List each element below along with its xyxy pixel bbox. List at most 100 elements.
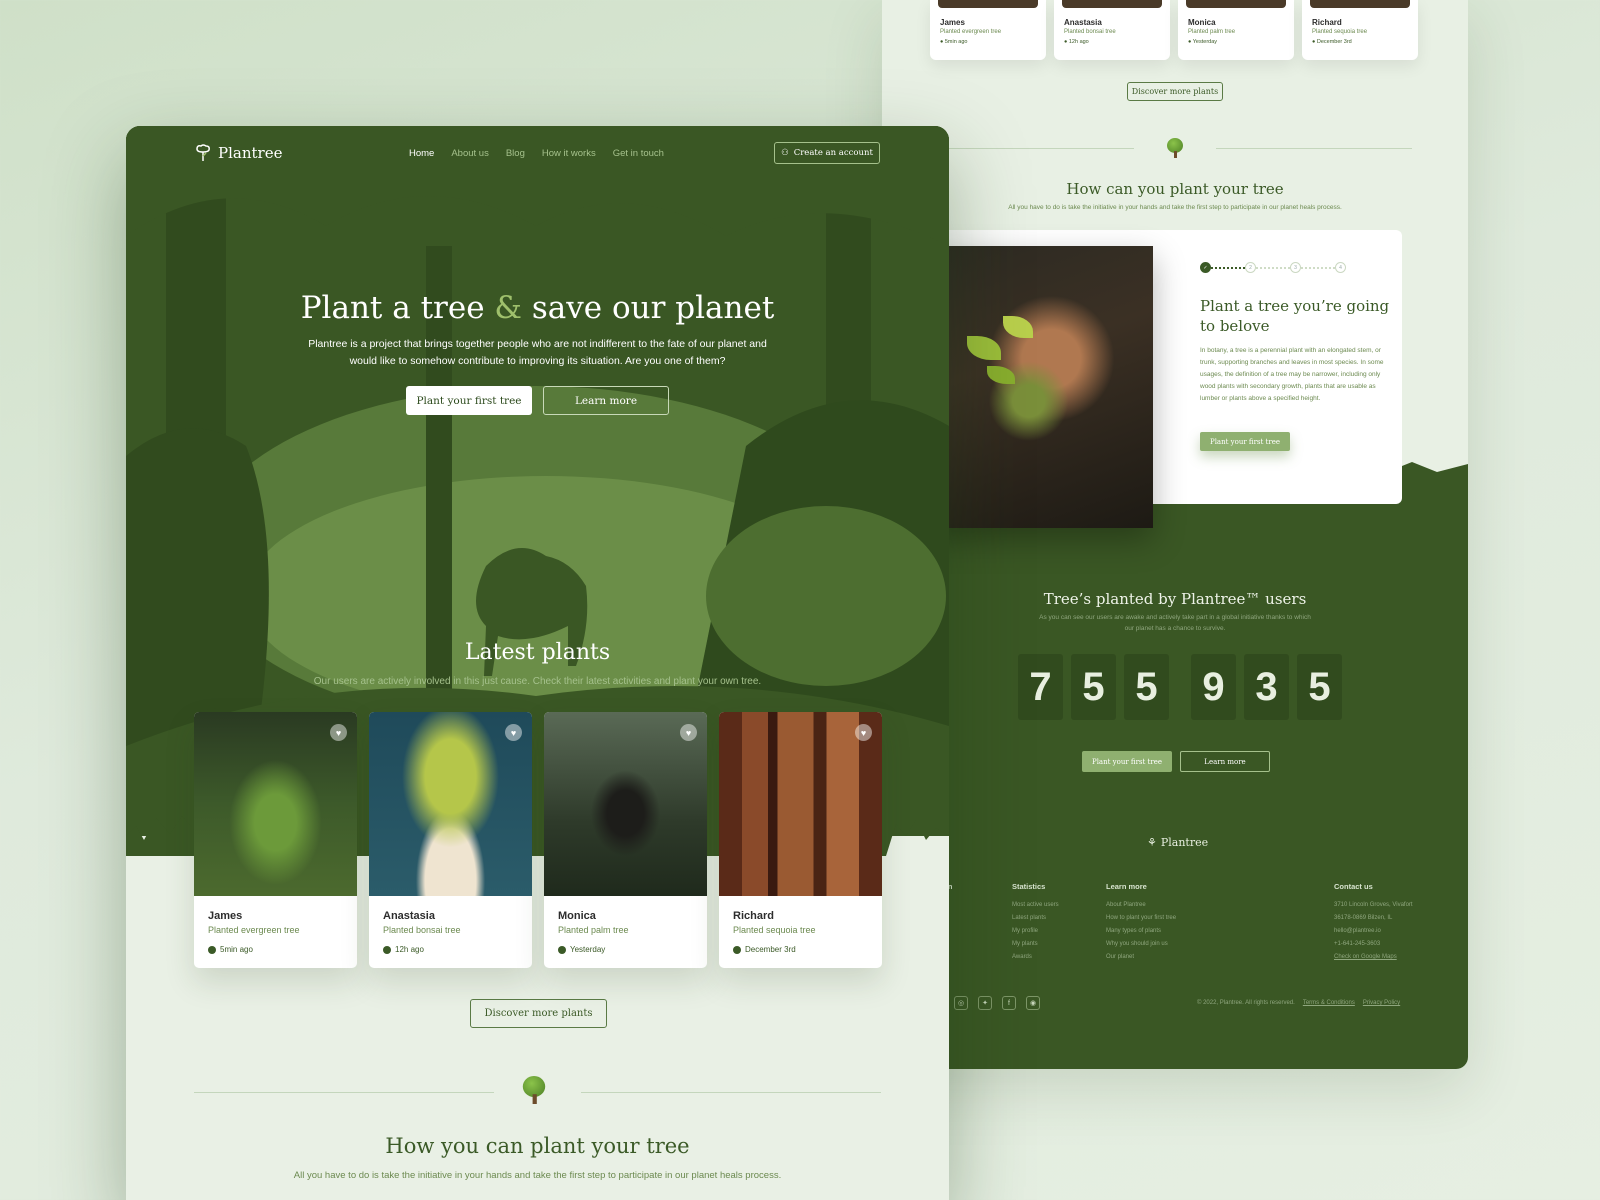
- plant-card[interactable]: James Planted evergreen tree ● 5min ago: [930, 0, 1046, 60]
- step-3[interactable]: 3: [1290, 262, 1301, 273]
- card-desc: Planted evergreen tree: [208, 925, 300, 935]
- how-section-title: How can you plant your tree: [1066, 180, 1284, 198]
- top-nav: Plantree Home About us Blog How it works…: [126, 126, 949, 186]
- discover-more-button[interactable]: Discover more plants: [1127, 82, 1223, 101]
- card-time-text: December 3rd: [1316, 39, 1352, 45]
- card-desc: Planted sequoia tree: [1312, 29, 1368, 35]
- footer-link[interactable]: Awards: [1012, 951, 1059, 964]
- stats-subtitle: As you can see our users are awake and a…: [1039, 614, 1311, 632]
- footer-logo[interactable]: ⚘ Plantree: [1147, 836, 1208, 849]
- plant-card[interactable]: Monica Planted palm tree ● Yesterday: [1178, 0, 1294, 60]
- footer-col-title: Learn more: [1106, 882, 1147, 891]
- card-image: ♥: [369, 712, 532, 896]
- terms-link[interactable]: Terms & Conditions: [1303, 1000, 1355, 1006]
- footer-col-title: Statistics: [1012, 882, 1046, 891]
- step-plant-button[interactable]: Plant your first tree: [1200, 432, 1290, 451]
- card-desc: Planted palm tree: [558, 925, 629, 935]
- nav-links: Home About us Blog How it works Get in t…: [409, 148, 664, 159]
- card-time: ● December 3rd: [1312, 39, 1352, 45]
- right-page-mockup: James Planted evergreen tree ● 5min ago …: [882, 0, 1468, 1069]
- card-time: ● 5min ago: [940, 39, 968, 45]
- divider: [194, 1092, 494, 1093]
- stats-learn-button[interactable]: Learn more: [1180, 751, 1270, 772]
- footer-email[interactable]: hello@plantree.io: [1334, 925, 1413, 938]
- logo-icon: [194, 144, 212, 162]
- social-links: ◎ ✦ f ◉: [954, 996, 1040, 1010]
- stats-section: [882, 480, 1468, 1069]
- footer-link[interactable]: My plants: [1012, 938, 1059, 951]
- card-name: James: [940, 18, 965, 27]
- latest-subtitle: Our users are actively involved in this …: [313, 676, 762, 687]
- twitter-icon[interactable]: ✦: [978, 996, 992, 1010]
- planting-photo: [927, 246, 1153, 528]
- counter-digit: 5: [1297, 654, 1342, 720]
- footer-link[interactable]: About Plantree: [1106, 899, 1176, 912]
- card-time-text: December 3rd: [745, 945, 796, 954]
- hero-text: Plantree is a project that brings togeth…: [308, 338, 767, 367]
- latest-cards: ♥ James Planted evergreen tree 5min ago …: [194, 712, 882, 968]
- card-time: ● Yesterday: [1188, 39, 1218, 45]
- plant-card[interactable]: ♥ James Planted evergreen tree 5min ago: [194, 712, 357, 968]
- plant-card[interactable]: Anastasia Planted bonsai tree ● 12h ago: [1054, 0, 1170, 60]
- nav-home[interactable]: Home: [409, 148, 434, 159]
- footer-link[interactable]: Our planet: [1106, 951, 1176, 964]
- logo[interactable]: Plantree: [194, 144, 282, 162]
- card-image: ♥: [544, 712, 707, 896]
- google-maps-link[interactable]: Check on Google Maps: [1334, 951, 1413, 964]
- step-check-icon[interactable]: ✓: [1200, 262, 1211, 273]
- footer-link[interactable]: Most active users: [1012, 899, 1059, 912]
- plant-card[interactable]: ♥ Richard Planted sequoia tree December …: [719, 712, 882, 968]
- card-time: Yesterday: [558, 945, 693, 954]
- plant-card[interactable]: ♥ Monica Planted palm tree Yesterday: [544, 712, 707, 968]
- heart-icon[interactable]: ♥: [855, 724, 872, 741]
- create-account-button[interactable]: ⚇ Create an account: [774, 142, 880, 164]
- card-name: Monica: [558, 910, 596, 922]
- hero-plant-button[interactable]: Plant your first tree: [406, 386, 532, 415]
- card-time: 5min ago: [208, 945, 343, 954]
- clock-icon: [733, 945, 741, 954]
- card-name: Richard: [1312, 18, 1342, 27]
- card-desc: Planted sequoia tree: [733, 925, 816, 935]
- step-2[interactable]: 2: [1245, 262, 1256, 273]
- footer-col-learn: Learn more About Plantree How to plant y…: [1106, 880, 1176, 964]
- privacy-link[interactable]: Privacy Policy: [1363, 1000, 1400, 1006]
- footer-phone[interactable]: +1-641-245-3603: [1334, 938, 1413, 951]
- heart-icon[interactable]: ♥: [505, 724, 522, 741]
- card-desc: Planted bonsai tree: [383, 925, 461, 935]
- card-desc: Planted palm tree: [1188, 29, 1236, 35]
- divider: [938, 148, 1134, 149]
- nav-blog[interactable]: Blog: [506, 148, 525, 159]
- hero-learn-button[interactable]: Learn more: [543, 386, 669, 415]
- footer-link[interactable]: How to plant your first tree: [1106, 912, 1176, 925]
- plant-card[interactable]: ♥ Anastasia Planted bonsai tree 12h ago: [369, 712, 532, 968]
- heart-icon[interactable]: ♥: [680, 724, 697, 741]
- footer-address: 3710 Lincoln Groves, Vivafort: [1334, 902, 1413, 908]
- left-page-mockup: Plantree Home About us Blog How it works…: [126, 126, 949, 1200]
- footer-col-contact: Contact us 3710 Lincoln Groves, Vivafort…: [1334, 880, 1413, 964]
- heart-icon[interactable]: ♥: [330, 724, 347, 741]
- instagram-icon[interactable]: ◎: [954, 996, 968, 1010]
- clock-icon: [208, 945, 216, 954]
- stats-plant-button[interactable]: Plant your first tree: [1082, 751, 1172, 772]
- footer-link[interactable]: Why you should join us: [1106, 938, 1176, 951]
- nav-how-it-works[interactable]: How it works: [542, 148, 596, 159]
- card-time-text: Yesterday: [1192, 39, 1218, 45]
- divider: [1216, 148, 1412, 149]
- nav-get-in-touch[interactable]: Get in touch: [613, 148, 664, 159]
- user-icon: ⚇: [781, 148, 789, 158]
- footer-col-statistics: Statistics Most active users Latest plan…: [1012, 880, 1059, 964]
- copyright: © 2022, Plantree. All rights reserved.: [1197, 1000, 1295, 1006]
- step-4[interactable]: 4: [1335, 262, 1346, 273]
- messenger-icon[interactable]: ◉: [1026, 996, 1040, 1010]
- footer-link[interactable]: Many types of plants: [1106, 925, 1176, 938]
- footer-link[interactable]: Latest plants: [1012, 912, 1059, 925]
- nav-about[interactable]: About us: [451, 148, 489, 159]
- plant-card[interactable]: Richard Planted sequoia tree ● December …: [1302, 0, 1418, 60]
- facebook-icon[interactable]: f: [1002, 996, 1016, 1010]
- card-name: Monica: [1188, 18, 1216, 27]
- footer-link[interactable]: My profile: [1012, 925, 1059, 938]
- footer-brand: Plantree: [1160, 836, 1209, 849]
- discover-more-button[interactable]: Discover more plants: [470, 999, 607, 1028]
- footer-address: 36178-0869 Bilzen, IL: [1334, 915, 1393, 921]
- card-time-text: Yesterday: [570, 945, 606, 954]
